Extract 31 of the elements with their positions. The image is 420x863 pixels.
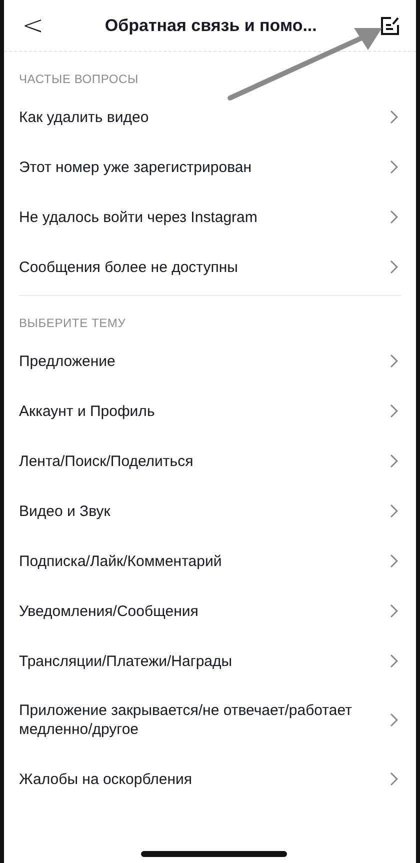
menu-item[interactable]: Этот номер уже зарегистрирован [4, 142, 416, 192]
edit-icon[interactable] [380, 16, 400, 36]
section-heading: ЧАСТЫЕ ВОПРОСЫ [18, 71, 140, 88]
menu-item[interactable]: Видео и Звук [4, 486, 416, 536]
chevron-icon [390, 554, 398, 568]
menu-item[interactable]: Аккаунт и Профиль [4, 386, 416, 436]
back-button[interactable]: < [16, 12, 50, 38]
screen-title: Обратная связь и помо... [104, 16, 318, 36]
chevron-icon [390, 404, 398, 418]
section-heading: ВЫБЕРИТЕ ТЕМУ [18, 315, 127, 332]
menu-item[interactable]: Не удалось войти через Instagram [4, 192, 416, 242]
chevron-icon [390, 654, 398, 668]
menu-item[interactable]: Жалобы на оскорбления [4, 754, 416, 804]
chevron-icon [390, 210, 398, 224]
menu-item[interactable]: Предложение [4, 336, 416, 386]
menu-item[interactable]: Уведомления/Сообщения [4, 586, 416, 636]
chevron-icon [390, 504, 398, 518]
menu-item[interactable]: Как удалить видео [4, 92, 416, 142]
menu-item[interactable]: Подписка/Лайк/Комментарий [4, 536, 416, 586]
menu-item[interactable]: Трансляции/Платежи/Награды [4, 636, 416, 686]
chevron-icon [390, 772, 398, 786]
menu-item[interactable]: Лента/Поиск/Поделиться [4, 436, 416, 486]
menu-item[interactable]: Сообщения более не доступны [4, 242, 416, 292]
chevron-icon [390, 354, 398, 368]
chevron-icon [390, 110, 398, 124]
chevron-icon [390, 604, 398, 618]
chevron-icon [390, 160, 398, 174]
chevron-icon [390, 454, 398, 468]
chevron-icon [390, 713, 398, 727]
chevron-icon [390, 260, 398, 274]
menu-item[interactable]: Приложение закрывается/не отвечает/работает медленно/другое [4, 686, 416, 754]
